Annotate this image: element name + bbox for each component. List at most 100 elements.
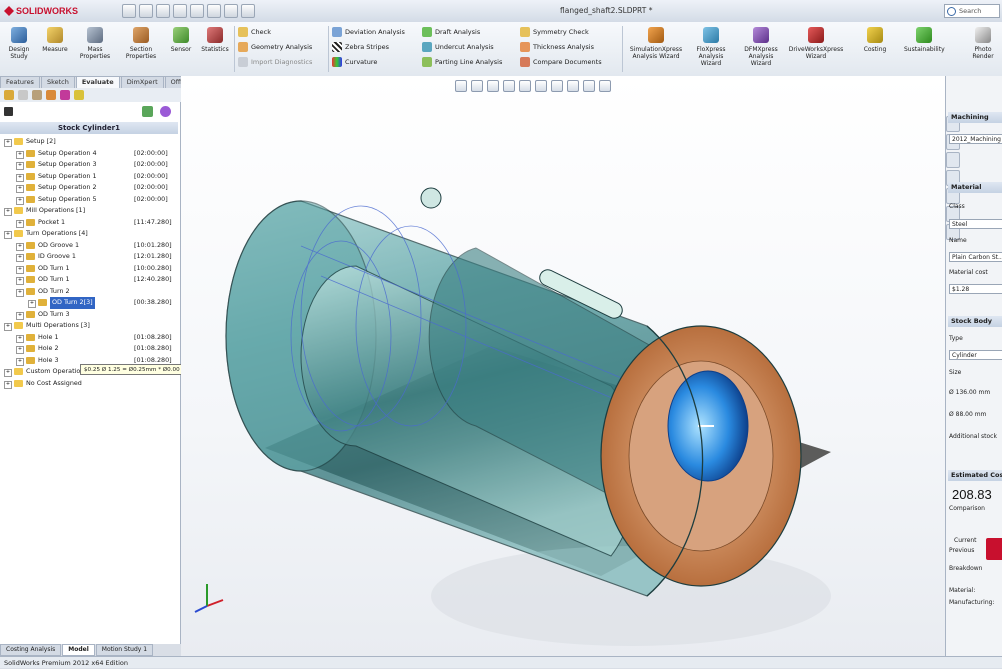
costing-manager-icon[interactable]	[74, 90, 84, 100]
tree-folder[interactable]: + No Cost Assigned	[0, 378, 178, 390]
stock-type-select[interactable]: Cylinder	[949, 350, 1002, 360]
search-input[interactable]: Search	[944, 4, 1000, 18]
expand-toggle-icon[interactable]: +	[16, 277, 24, 285]
machining-template-select[interactable]: 2012_Machining	[949, 134, 1002, 144]
expand-toggle-icon[interactable]: +	[4, 369, 12, 377]
estimated-cost-section[interactable]: Estimated Cost	[948, 470, 1002, 481]
compare-documents-button[interactable]: Compare Documents	[520, 55, 602, 68]
tree-operation[interactable]: + Hole 2 [01:08.280]	[0, 343, 178, 355]
save-icon[interactable]	[156, 4, 170, 18]
expand-toggle-icon[interactable]: +	[16, 254, 24, 262]
curvature-button[interactable]: Curvature	[332, 55, 405, 68]
mass-properties-button[interactable]: Mass Properties	[78, 25, 112, 71]
print-icon[interactable]	[173, 4, 187, 18]
tree-folder[interactable]: + Turn Operations [4]	[0, 228, 178, 240]
tree-operation[interactable]: + Pocket 1 [11:47.280]	[0, 217, 178, 229]
dimxpert-manager-icon[interactable]	[46, 90, 56, 100]
tree-operation[interactable]: + OD Groove 1 [10:01.280]	[0, 240, 178, 252]
expand-toggle-icon[interactable]: +	[4, 208, 12, 216]
material-cost-field[interactable]: $1.28	[949, 284, 1002, 294]
floxpress-button[interactable]: FloXpress Analysis Wizard	[688, 25, 734, 71]
expand-toggle-icon[interactable]: +	[16, 219, 24, 228]
measure-button[interactable]: Measure	[38, 25, 72, 71]
thickness-analysis-button[interactable]: Thickness Analysis	[520, 40, 602, 53]
rebuild-icon[interactable]	[224, 4, 238, 18]
simulationxpress-button[interactable]: SimulationXpress Analysis Wizard	[628, 25, 684, 71]
material-name-select[interactable]: Plain Carbon St...	[949, 252, 1002, 262]
expand-toggle-icon[interactable]: +	[16, 357, 24, 366]
tree-operation[interactable]: + OD Turn 2[3] [00:38.280]	[0, 297, 178, 309]
expand-toggle-icon[interactable]: +	[4, 323, 12, 331]
tree-operation[interactable]: + Hole 1 [01:08.280]	[0, 332, 178, 344]
import-diagnostics-button[interactable]: Import Diagnostics	[238, 55, 312, 68]
expand-toggle-icon[interactable]: +	[16, 334, 24, 343]
expand-toggle-icon[interactable]: +	[16, 196, 24, 205]
machining-section[interactable]: Machining	[948, 112, 1002, 123]
property-manager-icon[interactable]	[18, 90, 28, 100]
open-file-icon[interactable]	[139, 4, 153, 18]
tree-operation[interactable]: + ID Groove 1 [12:01.280]	[0, 251, 178, 263]
undo-icon[interactable]	[190, 4, 204, 18]
expand-toggle-icon[interactable]: +	[16, 265, 24, 274]
expand-toggle-icon[interactable]: +	[16, 162, 24, 170]
tab-costing-analysis[interactable]: Costing Analysis	[0, 644, 62, 656]
statistics-button[interactable]: Statistics	[198, 25, 232, 71]
material-class-select[interactable]: Steel	[949, 219, 1002, 229]
expand-toggle-icon[interactable]: +	[4, 139, 12, 147]
zebra-stripes-button[interactable]: Zebra Stripes	[332, 40, 405, 53]
parting-line-analysis-button[interactable]: Parting Line Analysis	[422, 55, 502, 68]
expand-toggle-icon[interactable]: +	[16, 346, 24, 354]
tree-operation[interactable]: + Setup Operation 4 [02:00:00]	[0, 148, 178, 160]
deviation-analysis-button[interactable]: Deviation Analysis	[332, 25, 405, 38]
select-icon[interactable]	[207, 4, 221, 18]
tree-operation[interactable]: + Setup Operation 2 [02:00:00]	[0, 182, 178, 194]
undercut-analysis-button[interactable]: Undercut Analysis	[422, 40, 502, 53]
tab-sketch[interactable]: Sketch	[40, 76, 75, 88]
expand-toggle-icon[interactable]: +	[16, 242, 24, 251]
expand-icon[interactable]	[142, 106, 153, 117]
feature-manager-icon[interactable]	[4, 90, 14, 100]
expand-toggle-icon[interactable]: +	[16, 150, 24, 159]
expand-toggle-icon[interactable]: +	[16, 185, 24, 193]
expand-toggle-icon[interactable]: +	[16, 173, 24, 182]
expand-toggle-icon[interactable]: +	[4, 380, 12, 389]
tree-operation[interactable]: + Setup Operation 3 [02:00:00]	[0, 159, 178, 171]
tree-operation[interactable]: + OD Turn 3	[0, 309, 178, 321]
tab-evaluate[interactable]: Evaluate	[75, 76, 120, 88]
sustainability-button[interactable]: Sustainability	[904, 25, 945, 71]
material-section[interactable]: Material	[948, 182, 1002, 193]
graphics-area[interactable]	[181, 76, 945, 656]
tab-model[interactable]: Model	[62, 644, 95, 656]
expand-toggle-icon[interactable]: +	[16, 311, 24, 320]
draft-analysis-button[interactable]: Draft Analysis	[422, 25, 502, 38]
configuration-manager-icon[interactable]	[32, 90, 42, 100]
sensor-button[interactable]: Sensor	[164, 25, 198, 71]
tree-folder[interactable]: + Setup [2]	[0, 136, 178, 148]
settings-icon[interactable]	[160, 106, 171, 117]
tree-folder[interactable]: + Multi Operations [3]	[0, 320, 178, 332]
set-baseline-button[interactable]	[986, 538, 1002, 560]
stock-body-section[interactable]: Stock Body	[948, 316, 1002, 327]
new-file-icon[interactable]	[122, 4, 136, 18]
expand-toggle-icon[interactable]: +	[28, 300, 36, 308]
file-explorer-icon[interactable]	[946, 152, 960, 168]
symmetry-check-button[interactable]: Symmetry Check	[520, 25, 602, 38]
display-manager-icon[interactable]	[60, 90, 70, 100]
tree-operation[interactable]: + OD Turn 2	[0, 286, 178, 298]
tab-features[interactable]: Features	[0, 76, 40, 88]
options-icon[interactable]	[241, 4, 255, 18]
expand-toggle-icon[interactable]: +	[4, 231, 12, 239]
tab-motion-study[interactable]: Motion Study 1	[95, 644, 154, 656]
section-properties-button[interactable]: Section Properties	[120, 25, 162, 71]
solidworks-logo[interactable]: SOLIDWORKS	[4, 4, 78, 18]
tree-operation[interactable]: + Setup Operation 1 [02:00:00]	[0, 171, 178, 183]
expand-toggle-icon[interactable]: +	[16, 288, 24, 297]
dfmxpress-button[interactable]: DFMXpress Analysis Wizard	[738, 25, 784, 71]
filter-icon[interactable]	[4, 107, 13, 116]
tab-dimxpert[interactable]: DimXpert	[120, 76, 164, 88]
geometry-analysis-button[interactable]: Geometry Analysis	[238, 40, 312, 53]
driveworksxpress-button[interactable]: DriveWorksXpress Wizard	[788, 25, 844, 71]
tree-operation[interactable]: + OD Turn 1 [10:00.280]	[0, 263, 178, 275]
tree-operation[interactable]: + OD Turn 1 [12:40.280]	[0, 274, 178, 286]
tree-folder[interactable]: + Mill Operations [1]	[0, 205, 178, 217]
